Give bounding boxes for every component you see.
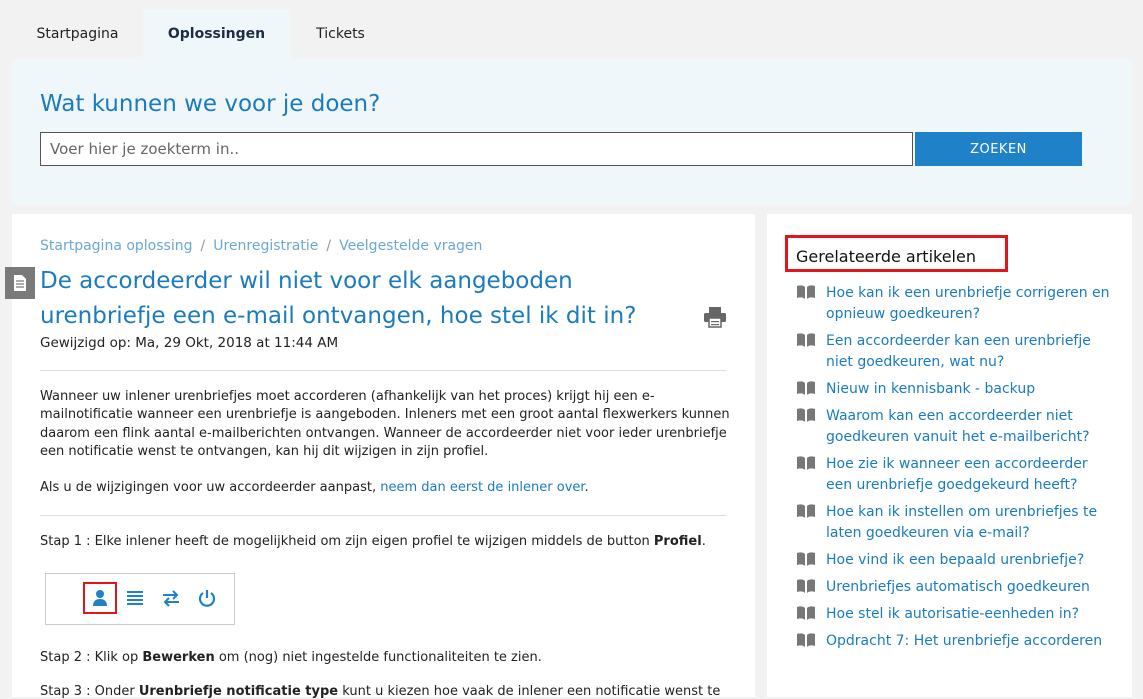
related-article-link[interactable]: Urenbriefjes automatisch goedkeuren — [826, 577, 1116, 598]
list-icon — [124, 587, 146, 609]
paragraph-2-text: Als u de wijzigingen voor uw accordeerde… — [40, 480, 381, 495]
related-article-link[interactable]: Hoe vind ik een bepaald urenbriefje? — [826, 550, 1116, 571]
article-title: De accordeerder wil niet voor elk aangeb… — [40, 268, 637, 329]
hero-title: Wat kunnen we voor je doen? — [40, 91, 381, 117]
step-1-text: Stap 1 : Elke inlener heeft de mogelijkh… — [40, 534, 706, 549]
step-2-prefix: Stap 2 : Klik op — [40, 650, 143, 665]
document-icon — [5, 267, 35, 299]
step-2-bold: Bewerken — [142, 650, 215, 665]
related-article-link[interactable]: Nieuw in kennisbank - backup — [826, 379, 1116, 400]
article-paragraph-2: Als u de wijzigingen voor uw accordeerde… — [40, 480, 730, 495]
top-navigation: Startpagina Oplossingen Tickets — [0, 0, 1143, 59]
print-icon[interactable] — [703, 306, 727, 332]
related-articles-title: Gerelateerde artikelen — [796, 247, 976, 266]
book-icon — [796, 455, 816, 475]
search-hero: Wat kunnen we voor je doen? ZOEKEN — [12, 59, 1132, 205]
related-articles-panel: Gerelateerde artikelen Hoe kan ik een ur… — [767, 214, 1132, 697]
related-article-link[interactable]: Hoe stel ik autorisatie-eenheden in? — [826, 604, 1116, 625]
related-article-link[interactable]: Opdracht 7: Het urenbriefje accorderen — [826, 631, 1116, 652]
search-input[interactable] — [40, 132, 913, 166]
book-icon — [796, 284, 816, 304]
breadcrumb-separator: / — [200, 238, 206, 254]
step-2-suffix: om (nog) niet ingestelde functionaliteit… — [214, 650, 542, 665]
divider — [40, 515, 726, 516]
breadcrumb: Startpagina oplossing / Urenregistratie / Ve… — [40, 238, 482, 254]
book-icon — [796, 551, 816, 571]
step-1-prefix: Stap 1 : Elke inlener heeft de mogelijkh… — [40, 534, 654, 549]
book-icon — [796, 332, 816, 352]
modified-date: Gewijzigd op: Ma, 29 Okt, 2018 at 11:44 … — [40, 335, 339, 351]
step-1-suffix: . — [701, 534, 706, 549]
book-icon — [796, 578, 816, 598]
tab-tickets[interactable]: Tickets — [298, 9, 383, 59]
search-button[interactable]: ZOEKEN — [915, 132, 1082, 166]
article-panel: Startpagina oplossing / Urenregistratie / Ve… — [5, 214, 755, 699]
book-icon — [796, 632, 816, 652]
book-icon — [796, 407, 816, 427]
step-1-bold: Profiel — [653, 534, 702, 549]
divider — [40, 370, 726, 371]
related-article-link[interactable]: Hoe kan ik instellen om urenbriefjes te … — [826, 502, 1116, 544]
power-icon — [196, 587, 218, 609]
inlener-overnemen-link[interactable]: neem dan eerst de inlener over — [380, 480, 584, 495]
article-paragraph-1: Wanneer uw inlener urenbriefjes moet acc… — [40, 389, 730, 459]
related-article-link[interactable]: Een accordeerder kan een urenbriefje nie… — [826, 331, 1116, 373]
swap-icon — [160, 587, 182, 609]
paragraph-2-end: . — [584, 480, 589, 495]
profile-toolbar-screenshot — [45, 573, 235, 625]
book-icon — [796, 380, 816, 400]
related-article-link[interactable]: Waarom kan een accordeerder niet goedkeu… — [826, 406, 1116, 448]
breadcrumb-item-veelgestelde-vragen[interactable]: Veelgestelde vragen — [339, 238, 482, 254]
user-icon — [89, 587, 111, 609]
tab-startpagina[interactable]: Startpagina — [20, 9, 135, 59]
step-2-text: Stap 2 : Klik op Bewerken om (nog) niet … — [40, 650, 542, 665]
breadcrumb-item-startpagina-oplossing[interactable]: Startpagina oplossing — [40, 238, 193, 254]
tab-oplossingen[interactable]: Oplossingen — [143, 9, 290, 59]
book-icon — [796, 503, 816, 523]
breadcrumb-separator: / — [326, 238, 332, 254]
related-article-link[interactable]: Hoe kan ik een urenbriefje corrigeren en… — [826, 283, 1116, 325]
breadcrumb-item-urenregistratie[interactable]: Urenregistratie — [213, 238, 318, 254]
book-icon — [796, 605, 816, 625]
related-article-link[interactable]: Hoe zie ik wanneer een accordeerder een … — [826, 454, 1116, 496]
